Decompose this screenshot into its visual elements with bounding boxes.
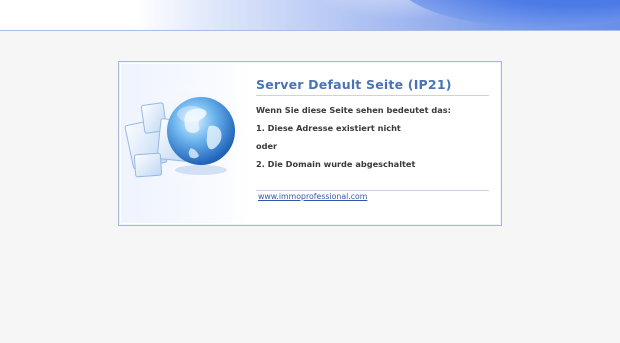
footer-divider [256, 190, 489, 191]
or-text: oder [256, 141, 278, 151]
reason-1-text: 1. Diese Adresse existiert nicht [256, 123, 401, 133]
globe-documents-icon [121, 64, 249, 223]
title-divider [256, 95, 489, 96]
info-card: Server Default Seite (IP21) Wenn Sie die… [118, 61, 502, 226]
website-link[interactable]: www.immoprofessional.com [258, 192, 367, 201]
banner-divider [0, 30, 620, 31]
top-banner [0, 0, 620, 30]
intro-text: Wenn Sie diese Seite sehen bedeutet das: [256, 105, 451, 115]
page-title: Server Default Seite (IP21) [256, 77, 452, 92]
reason-2-text: 2. Die Domain wurde abgeschaltet [256, 159, 416, 169]
